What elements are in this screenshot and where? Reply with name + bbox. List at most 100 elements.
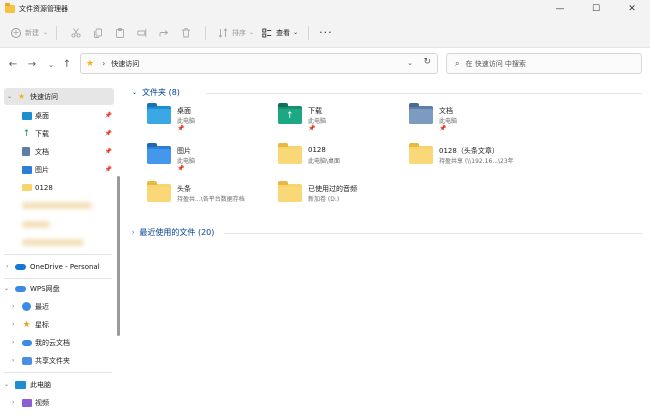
copy-icon xyxy=(94,28,102,38)
copy-button[interactable] xyxy=(87,23,109,43)
folder-tile-toutiao[interactable]: 头条 持盈共...\各平台数据存档 xyxy=(147,180,273,214)
sidebar-item-documents[interactable]: 文档 📌 xyxy=(0,143,116,160)
documents-folder-icon xyxy=(409,103,433,124)
expand-chevron-icon[interactable]: › xyxy=(12,357,14,364)
pin-icon: 📌 xyxy=(177,165,185,172)
close-button[interactable]: ✕ xyxy=(614,0,650,18)
folder-tile-downloads[interactable]: ↑ 下载 此电脑 📌 xyxy=(278,102,404,136)
divider xyxy=(4,254,112,255)
cut-button[interactable] xyxy=(65,23,87,43)
expand-chevron-icon[interactable]: › xyxy=(12,321,14,328)
pin-icon: 📌 xyxy=(308,125,316,132)
share-button[interactable] xyxy=(153,23,175,43)
expand-chevron-icon[interactable]: › xyxy=(12,399,14,406)
collapse-chevron-icon[interactable]: ⌄ xyxy=(7,93,12,100)
expand-chevron-icon[interactable]: › xyxy=(12,303,14,310)
sidebar-item-label: 图片 xyxy=(35,165,49,174)
folder-tile-0128[interactable]: 0128 此电脑\桌面 xyxy=(278,142,404,176)
search-input[interactable] xyxy=(465,59,626,68)
file-explorer-icon xyxy=(5,3,15,13)
address-row: ← → ⌄ ↑ ★ › 快速访问 ⌄ ↻ ⌕ xyxy=(0,48,650,82)
folder-tile-desktop[interactable]: 桌面 此电脑 📌 xyxy=(147,102,273,136)
minimize-button[interactable]: — xyxy=(542,0,578,18)
address-bar[interactable]: ★ › 快速访问 ⌄ ↻ xyxy=(80,53,438,74)
divider xyxy=(56,25,58,40)
sidebar-item-quick-access[interactable]: ⌄ ★ 快速访问 xyxy=(4,88,114,105)
folder-icon xyxy=(409,143,433,164)
breadcrumb-quick-access[interactable]: 快速访问 xyxy=(111,59,139,69)
up-button[interactable]: ↑ xyxy=(60,58,74,72)
folder-icon xyxy=(278,181,302,202)
folder-location: 此电脑 xyxy=(177,158,196,165)
title-bar: 文件资源管理器 — ☐ ✕ xyxy=(0,0,650,18)
download-arrow-icon: ↑ xyxy=(286,111,294,121)
sidebar-item-my-cloud-docs[interactable]: › 我的云文档 xyxy=(0,334,116,351)
collapse-chevron-icon: ⌄ xyxy=(132,89,138,96)
folder-icon xyxy=(278,143,302,164)
sidebar-scrollbar[interactable] xyxy=(117,82,120,419)
sidebar-item-label: 共享文件夹 xyxy=(35,356,70,365)
sort-button[interactable]: 排序 ⌄ xyxy=(218,27,255,38)
sidebar-item-onedrive[interactable]: › OneDrive - Personal xyxy=(0,258,116,275)
sidebar-item-desktop[interactable]: 桌面 📌 xyxy=(0,107,116,124)
expand-chevron-icon[interactable]: › xyxy=(12,339,14,346)
view-icon xyxy=(262,28,272,37)
sidebar-item-pictures[interactable]: 图片 📌 xyxy=(0,161,116,178)
sort-label: 排序 xyxy=(232,28,247,37)
search-box[interactable]: ⌕ xyxy=(446,53,642,74)
divider xyxy=(4,372,112,373)
scrollbar-thumb[interactable] xyxy=(117,176,120,336)
expand-chevron-icon[interactable]: › xyxy=(6,263,8,270)
sidebar-item-label: OneDrive - Personal xyxy=(30,262,100,271)
sidebar-item-label: 桌面 xyxy=(35,111,49,120)
sidebar-item-label: 我的云文档 xyxy=(35,338,70,347)
folder-tile-pictures[interactable]: 图片 此电脑 📌 xyxy=(147,142,273,176)
folders-group-header[interactable]: ⌄ 文件夹 (8) xyxy=(132,87,180,98)
sidebar-item-shared-folder[interactable]: › 共享文件夹 xyxy=(0,352,116,369)
new-button[interactable]: + 新建 ⌄ xyxy=(11,27,48,38)
sidebar-item-downloads[interactable]: ↑ 下载 📌 xyxy=(0,125,116,142)
sidebar-item-recent[interactable]: › 最近 xyxy=(0,298,116,315)
maximize-button[interactable]: ☐ xyxy=(578,0,614,18)
recent-files-group-header[interactable]: › 最近使用的文件 (20) xyxy=(132,227,214,238)
blurred-item xyxy=(22,239,84,246)
view-label: 查看 xyxy=(276,28,291,37)
collapse-chevron-icon[interactable]: ⌄ xyxy=(4,381,9,388)
chevron-down-icon: ⌄ xyxy=(249,29,255,36)
sidebar-item-label: 0128 xyxy=(35,183,53,192)
more-options-button[interactable]: ··· xyxy=(319,26,333,39)
sidebar-item-this-pc[interactable]: ⌄ 此电脑 xyxy=(0,376,116,393)
forward-button[interactable]: → xyxy=(25,58,39,72)
plus-icon: + xyxy=(11,27,21,38)
shared-folder-icon xyxy=(22,356,32,365)
pin-icon: 📌 xyxy=(104,166,112,173)
sidebar-item-label: 快速访问 xyxy=(30,92,58,101)
refresh-button[interactable]: ↻ xyxy=(423,57,431,67)
view-button[interactable]: 查看 ⌄ xyxy=(262,28,298,38)
collapse-chevron-icon[interactable]: ⌄ xyxy=(4,285,9,292)
sidebar-item-wps[interactable]: ⌄ WPS网盘 xyxy=(0,280,116,297)
address-history-dropdown[interactable]: ⌄ xyxy=(407,59,413,67)
sidebar-item-starred[interactable]: › ★ 星标 xyxy=(0,316,116,333)
paste-button[interactable] xyxy=(109,23,131,43)
group-title: 文件夹 (8) xyxy=(142,88,180,97)
sidebar-item-label: 文档 xyxy=(35,147,49,156)
folder-tile-documents[interactable]: 文档 此电脑 📌 xyxy=(409,102,535,136)
cloud-icon xyxy=(15,263,26,270)
sidebar-item-0128[interactable]: 0128 xyxy=(0,179,116,196)
rename-button[interactable] xyxy=(131,23,153,43)
delete-button[interactable] xyxy=(175,23,197,43)
folder-tile-0128-toutiao[interactable]: 0128（头条文章） 持盈共享 (\\192.16...\23年 xyxy=(409,142,549,176)
blurred-item xyxy=(22,221,50,228)
folder-tile-used-audio[interactable]: 已使用过的音频 新加卷 (D:) xyxy=(278,180,404,214)
star-icon: ★ xyxy=(22,319,31,330)
sidebar-item-videos[interactable]: › 视频 xyxy=(0,394,116,411)
breadcrumb-chevron-icon[interactable]: › xyxy=(102,59,105,68)
back-button[interactable]: ← xyxy=(6,58,20,72)
computer-icon xyxy=(15,380,26,389)
recent-locations-button[interactable]: ⌄ xyxy=(44,58,58,72)
search-icon: ⌕ xyxy=(455,58,460,68)
pin-icon: 📌 xyxy=(104,130,112,137)
pictures-folder-icon xyxy=(147,143,171,164)
pin-icon: 📌 xyxy=(104,112,112,119)
